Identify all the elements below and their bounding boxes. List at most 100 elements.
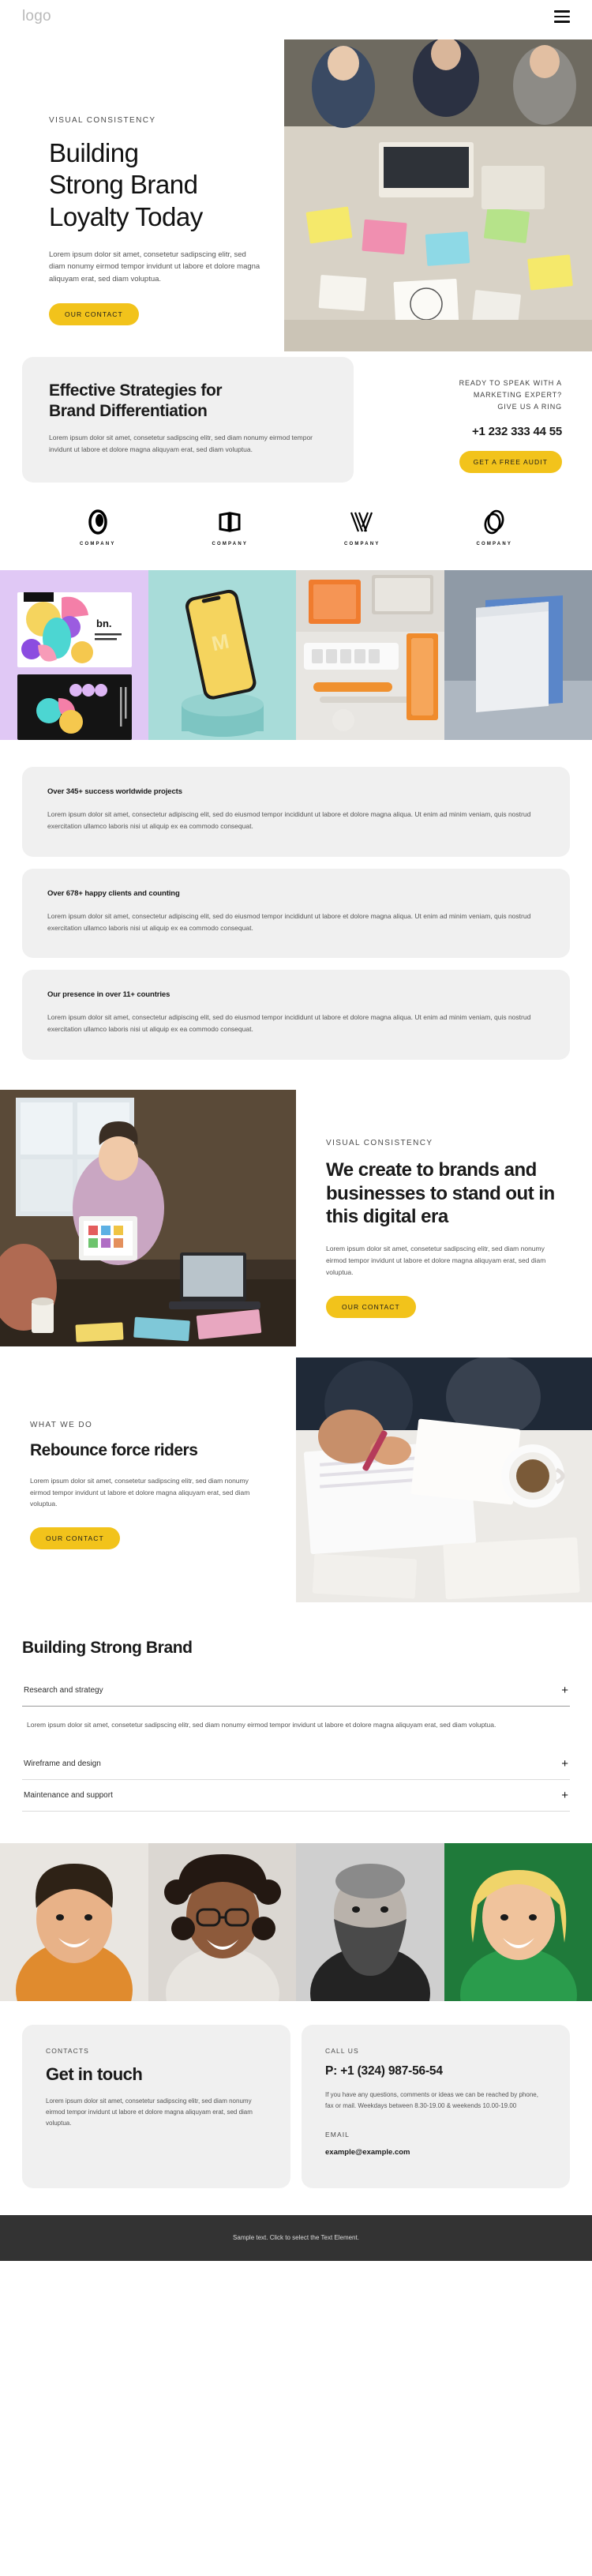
rebounce-title: Rebounce force riders — [30, 1440, 198, 1459]
stats-section: Over 345+ success worldwide projects Lor… — [0, 740, 592, 1068]
call-us-paragraph: If you have any questions, comments or i… — [325, 2090, 538, 2109]
strategies-title-line-1: Effective Strategies for — [49, 381, 223, 400]
create-copy: VISUAL CONSISTENCY We create to brands a… — [296, 1090, 592, 1357]
accordion-item-label: Maintenance and support — [24, 1790, 113, 1800]
accordion-item-body: Lorem ipsum dolor sit amet, consetetur s… — [27, 1720, 496, 1729]
create-paragraph: Lorem ipsum dolor sit amet, consetetur s… — [326, 1245, 546, 1276]
svg-text:bn.: bn. — [96, 618, 112, 629]
ring-logo-icon — [86, 509, 110, 535]
contacts-label: CONTACTS — [46, 2046, 89, 2055]
strategies-ring-text: READY TO SPEAK WITH A MARKETING EXPERT? … — [374, 377, 562, 413]
create-contact-button[interactable]: OUR CONTACT — [326, 1295, 416, 1318]
hero-paragraph: Lorem ipsum dolor sit amet, consetetur s… — [49, 250, 260, 284]
phone-mockup-image: M — [148, 569, 296, 740]
client-logo-1-label: COMPANY — [79, 541, 116, 546]
footer-text[interactable]: Sample text. Click to select the Text El… — [233, 2234, 359, 2241]
hero-title-line-3: Loyalty Today — [49, 201, 203, 231]
hero-title-line-2: Strong Brand — [49, 170, 198, 200]
strategies-paragraph: Lorem ipsum dolor sit amet, consetetur s… — [49, 434, 313, 454]
rebounce-section: WHAT WE DO Rebounce force riders Lorem i… — [0, 1357, 592, 1602]
stat-card-body: Lorem ipsum dolor sit amet, consectetur … — [47, 809, 531, 831]
strategies-title-line-2: Brand Differentiation — [49, 401, 208, 420]
ring-line-3: GIVE US A RING — [497, 402, 562, 411]
strategies-title: Effective Strategies for Brand Different… — [49, 381, 327, 421]
contacts-paragraph: Lorem ipsum dolor sit amet, consetetur s… — [46, 2097, 253, 2127]
designer-with-color-swatches-image — [0, 1089, 296, 1346]
rebounce-paragraph: Lorem ipsum dolor sit amet, consetetur s… — [30, 1476, 250, 1508]
hero-section: VISUAL CONSISTENCY Building Strong Brand… — [0, 33, 592, 351]
strategies-cta: READY TO SPEAK WITH A MARKETING EXPERT? … — [354, 357, 570, 473]
book-logo-icon — [217, 509, 242, 535]
oval-loop-logo-icon — [481, 509, 507, 535]
hero-contact-button[interactable]: OUR CONTACT — [49, 302, 139, 325]
client-logo-3-label: COMPANY — [343, 541, 380, 546]
ring-line-1: READY TO SPEAK WITH A — [459, 379, 562, 387]
site-header: logo — [0, 0, 592, 33]
page-title: Building Strong Brand Loyalty Today — [49, 137, 286, 233]
stat-card-body: Lorem ipsum dolor sit amet, consectetur … — [47, 911, 531, 932]
business-card-branding-image: bn. — [0, 569, 148, 740]
create-title: We create to brands and businesses to st… — [326, 1158, 555, 1228]
hero-eyebrow: VISUAL CONSISTENCY — [49, 116, 156, 125]
client-logo-1[interactable]: COMPANY — [80, 509, 116, 546]
accordion-list: Research and strategy + Lorem ipsum dolo… — [22, 1675, 570, 1812]
plus-icon[interactable]: + — [561, 1684, 568, 1696]
desk-stationery-image — [296, 569, 444, 740]
accordion-item-research-and-strategy[interactable]: Research and strategy + — [22, 1675, 570, 1707]
accordion-section: Building Strong Brand Research and strat… — [0, 1602, 592, 1843]
call-us-label: CALL US — [325, 2046, 359, 2055]
client-logo-2-label: COMPANY — [212, 541, 249, 546]
create-eyebrow: VISUAL CONSISTENCY — [326, 1138, 433, 1147]
meeting-with-coffee-image — [296, 1357, 592, 1602]
site-footer: Sample text. Click to select the Text El… — [0, 2214, 592, 2261]
team-member-portrait-2 — [148, 1842, 296, 2001]
create-section: VISUAL CONSISTENCY We create to brands a… — [0, 1089, 592, 1357]
stat-card: Over 678+ happy clients and counting Lor… — [22, 868, 570, 959]
team-member-portrait-4 — [444, 1842, 592, 2001]
stat-card: Over 345+ success worldwide projects Lor… — [22, 766, 570, 857]
hero-copy: VISUAL CONSISTENCY Building Strong Brand… — [49, 116, 286, 325]
plus-icon[interactable]: + — [561, 1758, 568, 1770]
stat-card: Our presence in over 11+ countries Lorem… — [22, 970, 570, 1060]
accordion-item-maintenance-and-support[interactable]: Maintenance and support + — [22, 1780, 570, 1812]
gallery-strip: bn. M — [0, 569, 592, 740]
rebounce-copy: WHAT WE DO Rebounce force riders Lorem i… — [0, 1357, 296, 1602]
contacts-card: CONTACTS Get in touch Lorem ipsum dolor … — [22, 2024, 290, 2188]
client-logo-4[interactable]: COMPANY — [476, 509, 512, 546]
accordion-item-wireframe-and-design[interactable]: Wireframe and design + — [22, 1748, 570, 1780]
landing-page: logo VISUAL CONSISTENCY Building Strong … — [0, 0, 592, 2261]
contacts-title: Get in touch — [46, 2063, 143, 2084]
stat-card-title: Over 678+ happy clients and counting — [47, 888, 180, 898]
strategies-section: Effective Strategies for Brand Different… — [0, 357, 592, 483]
rebounce-contact-button[interactable]: OUR CONTACT — [30, 1527, 120, 1550]
hero-title-line-1: Building — [49, 138, 139, 167]
client-logo-4-label: COMPANY — [476, 541, 513, 546]
call-us-phone[interactable]: P: +1 (324) 987-56-54 — [325, 2064, 546, 2078]
site-logo[interactable]: logo — [22, 8, 51, 25]
accordion-title: Building Strong Brand — [22, 1638, 193, 1657]
call-us-card: CALL US P: +1 (324) 987-56-54 If you hav… — [302, 2024, 570, 2188]
email-address[interactable]: example@example.com — [325, 2148, 546, 2157]
client-logos-row: COMPANY COMPANY COMPANY COMPANY — [0, 483, 592, 570]
client-logo-3[interactable]: COMPANY — [344, 509, 380, 546]
client-logo-2[interactable]: COMPANY — [212, 509, 248, 546]
chevron-stripes-logo-icon — [349, 509, 376, 535]
rebounce-eyebrow: WHAT WE DO — [30, 1420, 93, 1429]
free-audit-button[interactable]: GET A FREE AUDIT — [459, 450, 562, 473]
strategies-phone-number[interactable]: +1 232 333 44 55 — [374, 425, 562, 438]
folder-mockup-image — [444, 569, 592, 740]
stat-card-title: Over 345+ success worldwide projects — [47, 787, 182, 796]
team-member-portrait-1 — [0, 1842, 148, 2001]
email-label: EMAIL — [325, 2130, 350, 2139]
accordion-item-label: Wireframe and design — [24, 1759, 101, 1768]
team-strip — [0, 1842, 592, 2001]
strategies-card: Effective Strategies for Brand Different… — [22, 357, 354, 483]
stat-card-title: Our presence in over 11+ countries — [47, 990, 170, 1000]
plus-icon[interactable]: + — [561, 1789, 568, 1801]
hero-image — [284, 39, 592, 351]
team-member-portrait-3 — [296, 1842, 444, 2001]
contact-section: CONTACTS Get in touch Lorem ipsum dolor … — [0, 2001, 592, 2215]
stat-card-body: Lorem ipsum dolor sit amet, consectetur … — [47, 1013, 531, 1034]
accordion-item-label: Research and strategy — [24, 1685, 103, 1695]
hamburger-menu-icon[interactable] — [554, 10, 570, 23]
